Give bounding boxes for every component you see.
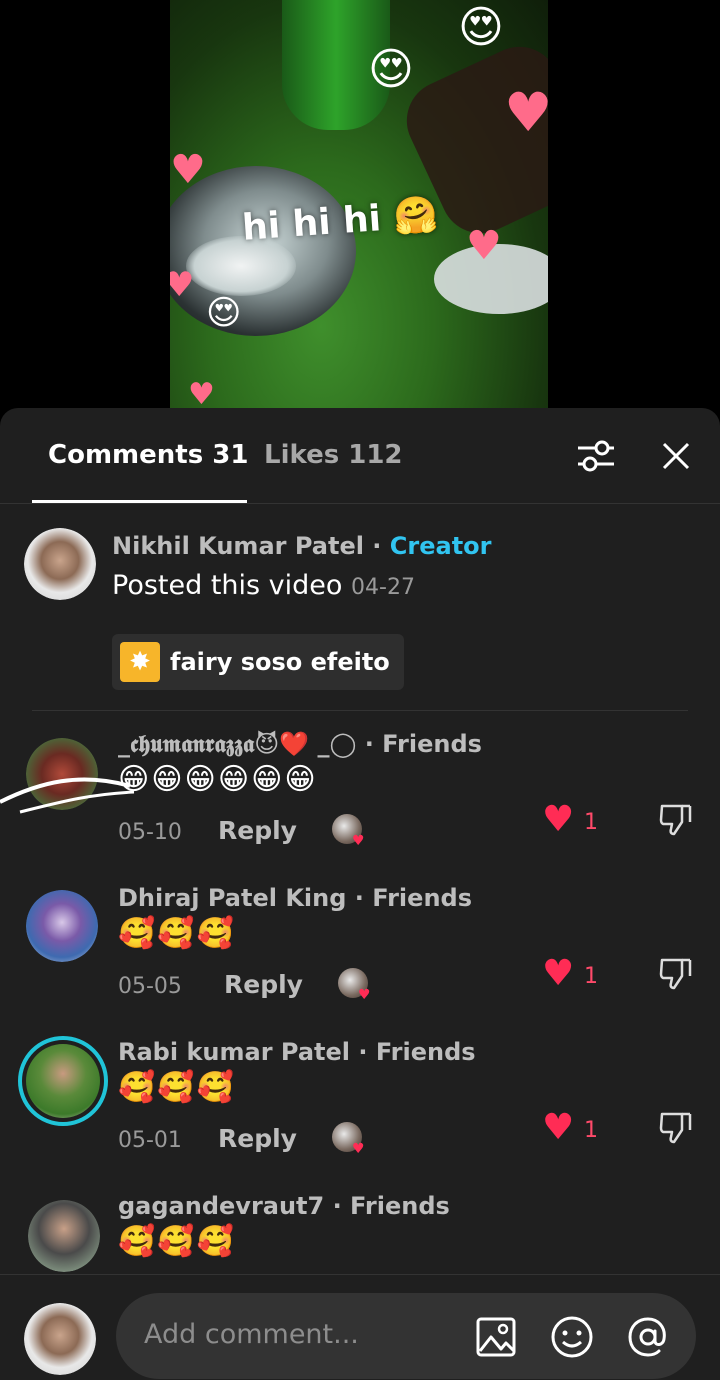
like-count: 1 (584, 810, 598, 835)
avatar[interactable] (24, 528, 96, 600)
creator-liked-heart-icon: ♥ (352, 1141, 365, 1157)
like-count: 1 (584, 964, 598, 989)
creator-badge: Creator (389, 532, 492, 560)
comment-author[interactable]: gagandevraut7 · Friends (118, 1192, 450, 1220)
mention-icon[interactable] (626, 1315, 670, 1359)
heart-eyes-emoji-icon: 😍 (368, 44, 414, 95)
heart-eyes-emoji-icon: 😍 (458, 2, 504, 53)
effect-label: fairy soso efeito (170, 648, 390, 676)
heart-sticker-icon: ♥ (188, 377, 215, 409)
dislike-icon[interactable] (658, 1110, 694, 1146)
comment-date: 05-05 (118, 974, 182, 999)
posted-line: Posted this video 04-27 (112, 570, 415, 601)
creator-liked-heart-icon: ♥ (352, 833, 365, 849)
comment-author[interactable]: _𝖈𝖍𝖚𝖒𝖆𝖓𝖗𝖆𝖟𝖟𝖆😈❤️ _◯ · Friends (118, 730, 482, 758)
heart-sticker-icon: ♥ (170, 147, 206, 193)
reply-button[interactable]: Reply (218, 816, 297, 845)
effect-chip[interactable]: ✸ fairy soso efeito (112, 634, 404, 690)
filter-sliders-icon[interactable] (576, 438, 616, 474)
tab-comments[interactable]: Comments 31 (48, 440, 248, 470)
heart-sticker-icon: ♥ (466, 223, 502, 269)
close-icon[interactable] (660, 440, 692, 472)
comment-text: 🥰🥰🥰 (118, 1070, 237, 1105)
panel-tabs: Comments 31 Likes 112 (0, 408, 720, 504)
heart-sticker-icon: ♥ (504, 81, 548, 144)
emoji-icon[interactable] (550, 1315, 594, 1359)
comment-input-bar: Add comment... (0, 1274, 720, 1380)
creator-name-line[interactable]: Nikhil Kumar Patel · Creator (112, 532, 492, 560)
avatar-with-story-ring[interactable] (18, 1036, 108, 1126)
comment-author[interactable]: Dhiraj Patel King · Friends (118, 884, 472, 912)
comment-text: 🥰🥰🥰 (118, 916, 237, 951)
creator-post: Nikhil Kumar Patel · Creator Posted this… (0, 504, 720, 710)
heart-eyes-emoji-icon: 😍 (206, 293, 242, 333)
comments-panel: Comments 31 Likes 112 Nikhil Kumar Patel… (0, 408, 720, 1380)
comment-item: Dhiraj Patel King · Friends 🥰🥰🥰 05-05 Re… (0, 880, 720, 1034)
active-tab-indicator (32, 500, 247, 503)
avatar[interactable] (28, 1200, 100, 1272)
avatar[interactable] (26, 890, 98, 962)
reply-button[interactable]: Reply (224, 970, 303, 999)
creator-name[interactable]: Nikhil Kumar Patel (112, 532, 364, 560)
sparkle-effect-icon: ✸ (120, 642, 160, 682)
current-user-avatar[interactable] (24, 1303, 96, 1375)
creator-liked-heart-icon: ♥ (358, 987, 371, 1003)
divider (32, 710, 688, 711)
like-count: 1 (584, 1118, 598, 1143)
video-player[interactable]: ♥ ♥ ♥ ♥ ♥ 😍 😍 😍 hi hi hi 🤗 (170, 0, 548, 408)
comment-item: _𝖈𝖍𝖚𝖒𝖆𝖓𝖗𝖆𝖟𝖟𝖆😈❤️ _◯ · Friends 😁😁😁😁😁😁 05-1… (0, 726, 720, 880)
comment-text: 🥰🥰🥰 (118, 1224, 237, 1259)
tab-likes[interactable]: Likes 112 (264, 440, 403, 470)
comment-date: 05-10 (118, 820, 182, 845)
post-date: 04-27 (351, 575, 415, 600)
reply-button[interactable]: Reply (218, 1124, 297, 1153)
heart-sticker-icon: ♥ (170, 265, 195, 305)
comment-text: 😁😁😁😁😁😁 (118, 762, 318, 797)
comment-author[interactable]: Rabi kumar Patel · Friends (118, 1038, 476, 1066)
comment-item: Rabi kumar Patel · Friends 🥰🥰🥰 05-01 Rep… (0, 1034, 720, 1188)
heart-icon[interactable]: ♥ (542, 956, 574, 992)
dislike-icon[interactable] (658, 956, 694, 992)
comment-input-placeholder: Add comment... (144, 1319, 359, 1350)
heart-icon[interactable]: ♥ (542, 1110, 574, 1146)
image-icon[interactable] (474, 1315, 518, 1359)
comment-date: 05-01 (118, 1128, 182, 1153)
dislike-icon[interactable] (658, 802, 694, 838)
heart-icon[interactable]: ♥ (542, 802, 574, 838)
